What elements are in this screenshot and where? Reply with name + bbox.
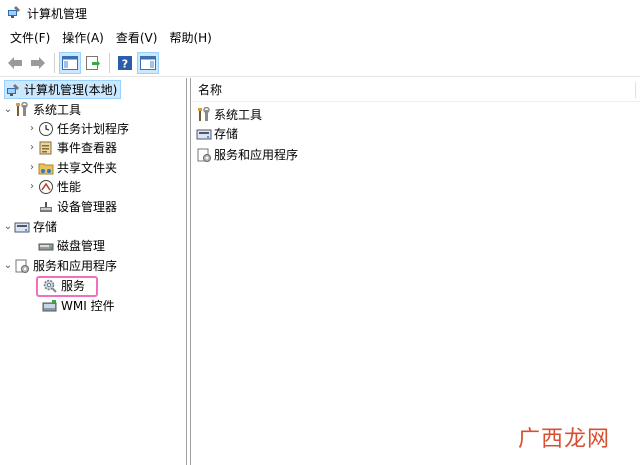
details-list: 名称 系统工具 存储 服务和应用程序 [190,78,640,465]
tree-item-system-tools[interactable]: ⌄ 系统工具 [2,100,81,119]
toolbar-separator [109,52,110,73]
menu-file[interactable]: 文件(F) [4,27,56,49]
show-hide-tree-button[interactable] [59,51,81,74]
menu-bar: 文件(F) 操作(A) 查看(V) 帮助(H) [0,27,640,49]
export-icon [86,55,100,70]
window-title: 计算机管理 [27,6,88,21]
menu-action[interactable]: 操作(A) [56,27,110,49]
forward-button[interactable] [27,52,49,74]
tree-item-wmi-control[interactable]: WMI 控件 [42,296,115,315]
storage-icon [196,126,212,142]
chevron-right-icon[interactable]: › [26,138,38,157]
menu-view[interactable]: 查看(V) [110,27,164,49]
chevron-down-icon[interactable]: ⌄ [2,256,14,275]
column-divider[interactable] [635,82,636,98]
services-apps-icon [14,258,30,274]
toolbar-separator [54,52,55,73]
column-header-name[interactable]: 名称 [191,78,640,102]
tree-item-event-viewer[interactable]: › 事件查看器 [26,138,117,157]
wmi-icon [42,298,58,314]
forward-arrow-icon [31,56,45,69]
help-icon: ? [118,55,132,70]
back-arrow-icon [8,56,22,69]
tree-item-shared-folders[interactable]: › 共享文件夹 [26,158,117,177]
chevron-down-icon[interactable]: ⌄ [2,217,14,236]
console-tree-icon [62,55,78,70]
toolbar: ? [0,49,640,77]
show-action-pane-button[interactable] [137,51,159,74]
svg-text:?: ? [122,57,128,70]
action-pane-icon [140,55,156,70]
list-item-services-apps[interactable]: 服务和应用程序 [196,145,298,164]
tree-item-storage[interactable]: ⌄ 存储 [2,217,57,236]
performance-icon [38,179,54,195]
tree-item-task-scheduler[interactable]: › 任务计划程序 [26,119,129,138]
chevron-right-icon[interactable]: › [26,158,38,177]
export-list-button[interactable] [82,52,104,74]
tree-root-computer-management[interactable]: 计算机管理(本地) [4,80,122,99]
title-bar: 计算机管理 [0,0,640,26]
computer-management-icon [5,82,21,98]
back-button[interactable] [4,52,26,74]
watermark: 广西龙网 [517,427,610,452]
list-item-storage[interactable]: 存储 [196,124,238,143]
tools-icon [14,101,30,118]
console-tree: 计算机管理(本地) ⌄ 系统工具 › 任务计划程序 › 事件查看器 › 共享文件… [0,78,187,465]
tree-item-performance[interactable]: › 性能 [26,177,81,196]
device-manager-icon [38,199,54,215]
tree-item-disk-management[interactable]: 磁盘管理 [38,236,105,255]
list-item-system-tools[interactable]: 系统工具 [196,105,262,124]
help-button[interactable]: ? [114,52,136,74]
tools-icon [196,106,212,123]
tree-item-device-manager[interactable]: 设备管理器 [38,197,117,216]
services-apps-icon [196,147,212,163]
computer-management-icon [6,4,22,23]
chevron-down-icon[interactable]: ⌄ [2,100,14,119]
chevron-right-icon[interactable]: › [26,119,38,138]
storage-icon [14,219,30,235]
menu-help[interactable]: 帮助(H) [163,27,217,49]
shared-folder-icon [38,160,54,176]
clock-icon [38,121,54,137]
event-log-icon [38,140,54,156]
chevron-right-icon[interactable]: › [26,177,38,196]
tree-item-services-apps[interactable]: ⌄ 服务和应用程序 [2,256,117,275]
highlight-annotation [36,276,98,297]
disk-icon [38,238,54,254]
